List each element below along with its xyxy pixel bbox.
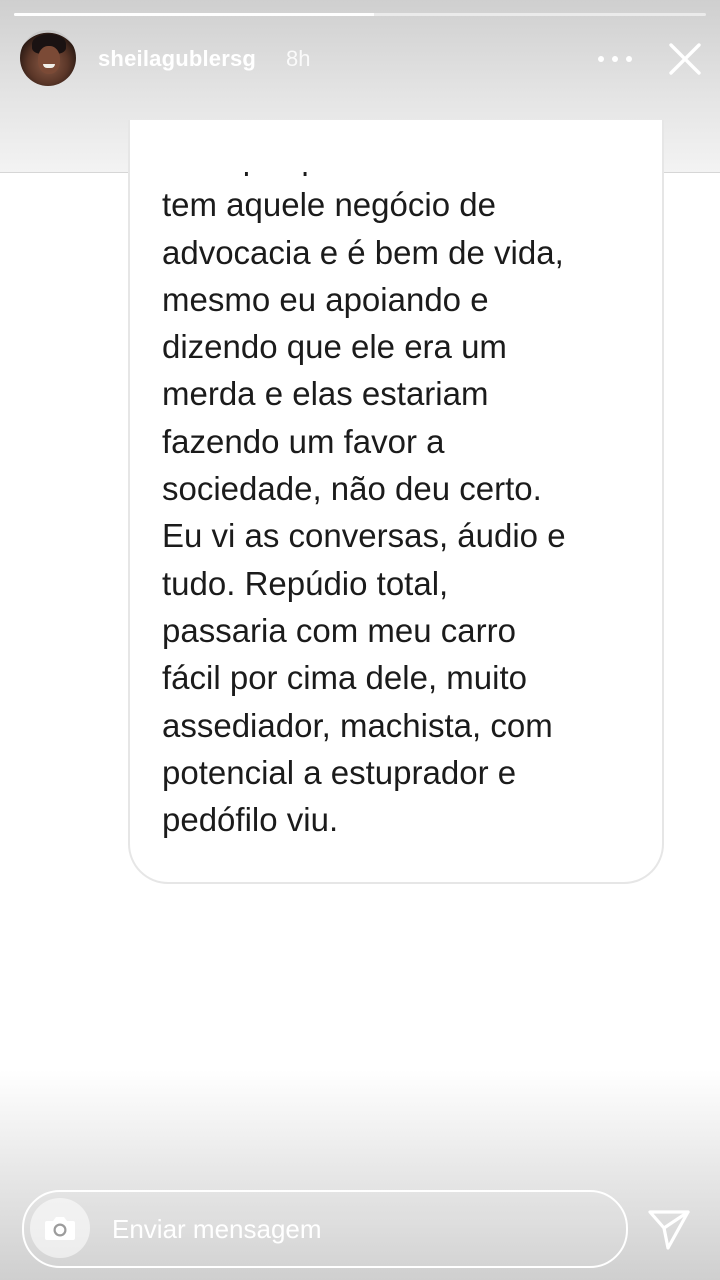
dot bbox=[612, 56, 618, 62]
close-icon[interactable] bbox=[664, 38, 706, 80]
camera-icon[interactable] bbox=[30, 1198, 90, 1258]
avatar-face bbox=[38, 46, 60, 74]
dot bbox=[626, 56, 632, 62]
reply-message-bar[interactable]: Enviar mensagem bbox=[22, 1190, 628, 1268]
username[interactable]: sheilagublersg bbox=[98, 46, 256, 72]
message-placeholder[interactable]: Enviar mensagem bbox=[112, 1214, 322, 1245]
more-options-icon[interactable] bbox=[598, 46, 632, 72]
story-viewer: sheilagublersg 8h boas porque o bonito l… bbox=[0, 0, 720, 1280]
send-icon[interactable] bbox=[646, 1206, 692, 1252]
story-progress-fill bbox=[14, 13, 374, 16]
dot bbox=[598, 56, 604, 62]
message-text-container: boas porque o bonito lá tem aquele negóc… bbox=[128, 172, 664, 862]
message-text: boas porque o bonito lá tem aquele negóc… bbox=[162, 172, 566, 839]
story-header: sheilagublersg 8h bbox=[0, 28, 720, 90]
post-time: 8h bbox=[286, 46, 311, 71]
story-progress-bar bbox=[14, 13, 706, 16]
avatar[interactable] bbox=[20, 30, 76, 86]
